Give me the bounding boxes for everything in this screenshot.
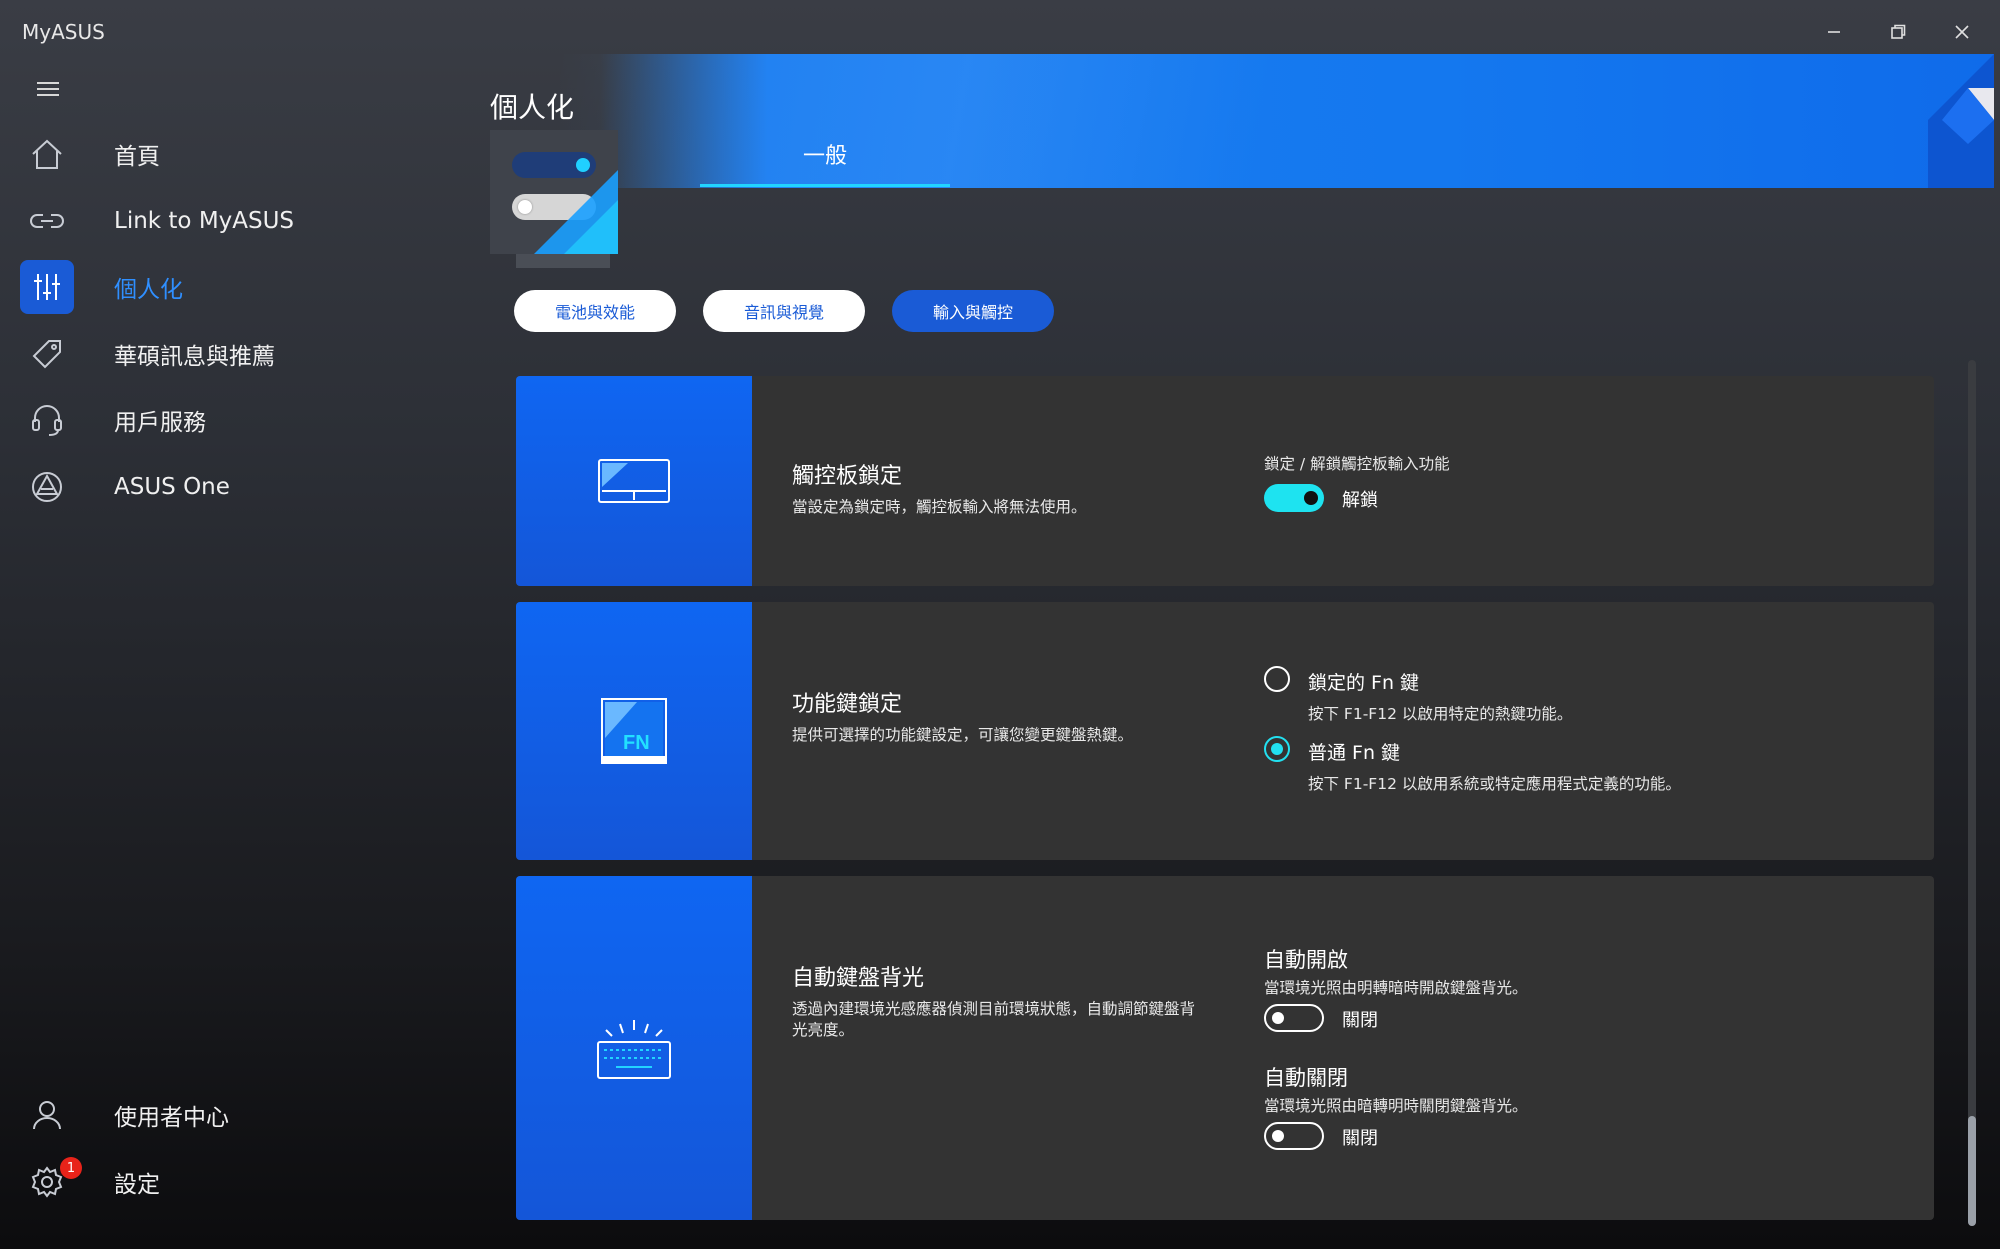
touchpad-lock-toggle[interactable] xyxy=(1264,484,1324,512)
auto-off-toggle[interactable] xyxy=(1264,1122,1324,1150)
notification-badge: 1 xyxy=(60,1157,82,1179)
close-icon xyxy=(1955,25,1969,39)
sidebar-item-label: 用戶服務 xyxy=(114,410,206,436)
hamburger-menu-button[interactable] xyxy=(28,74,68,104)
fn-key-lock-card: FN 功能鍵鎖定 提供可選擇的功能鍵設定，可讓您變更鍵盤熱鍵。 鎖定的 Fn 鍵… xyxy=(516,602,1934,860)
scrollbar-track[interactable] xyxy=(1968,360,1976,1226)
app-title: MyASUS xyxy=(22,20,105,44)
sidebar-item-home[interactable]: 首頁 xyxy=(20,127,440,181)
auto-on-desc: 當環境光照由明轉暗時開啟鍵盤背光。 xyxy=(1264,979,1528,997)
touchpad-lock-card: 觸控板鎖定 當設定為鎖定時，觸控板輸入將無法使用。 鎖定 / 解鎖觸控板輸入功能… xyxy=(516,376,1934,586)
close-button[interactable] xyxy=(1930,12,1994,52)
card-description-line-1: 透過內建環境光感應器偵測目前環境狀態，自動調節鍵盤背 xyxy=(792,1000,1196,1018)
user-icon xyxy=(20,1088,74,1142)
auto-off-title: 自動關閉 xyxy=(1264,1066,1348,1090)
radio-desc-locked-fn: 按下 F1-F12 以啟用特定的熱鍵功能。 xyxy=(1308,705,1573,723)
sidebar-item-user-center[interactable]: 使用者中心 xyxy=(20,1088,440,1142)
keyboard-backlight-card: 自動鍵盤背光 透過內建環境光感應器偵測目前環境狀態，自動調節鍵盤背 光亮度。 自… xyxy=(516,876,1934,1220)
sidebar-item-settings[interactable]: 1 設定 xyxy=(20,1155,440,1209)
asus-one-icon xyxy=(20,460,74,514)
svg-text:FN: FN xyxy=(623,732,650,754)
card-icon-panel: FN xyxy=(516,602,752,860)
sidebar-item-news[interactable]: 華碩訊息與推薦 xyxy=(20,327,440,381)
card-title: 功能鍵鎖定 xyxy=(792,692,903,717)
sidebar-item-label: ASUS One xyxy=(114,474,230,500)
touchpad-lock-option-label: 鎖定 / 解鎖觸控板輸入功能 xyxy=(1264,455,1450,473)
sidebar-item-personalization[interactable]: 個人化 xyxy=(20,260,440,314)
sidebar-item-link-to-myasus[interactable]: Link to MyASUS xyxy=(20,194,440,248)
headset-icon xyxy=(20,393,74,447)
toggle-state-label: 關閉 xyxy=(1342,1010,1378,1031)
title-bar: MyASUS xyxy=(0,0,2000,56)
hamburger-icon xyxy=(37,82,59,96)
corner-decoration xyxy=(1928,54,1994,188)
page-title: 個人化 xyxy=(490,91,575,124)
sidebar-item-label: 華碩訊息與推薦 xyxy=(114,344,275,370)
touchpad-icon xyxy=(598,459,670,503)
radio-desc-normal-fn: 按下 F1-F12 以啟用系統或特定應用程式定義的功能。 xyxy=(1308,775,1681,793)
tab-active-indicator xyxy=(700,184,950,187)
hero-triangle-decoration xyxy=(534,170,618,254)
minimize-icon xyxy=(1828,31,1840,33)
tab-general[interactable]: 一般 xyxy=(700,138,950,188)
keyboard-backlight-icon xyxy=(597,1020,671,1079)
card-title: 自動鍵盤背光 xyxy=(792,966,925,991)
card-icon-panel xyxy=(516,876,752,1220)
card-description: 提供可選擇的功能鍵設定，可讓您變更鍵盤熱鍵。 xyxy=(792,726,1134,744)
card-title: 觸控板鎖定 xyxy=(792,464,903,489)
toggle-state-label: 關閉 xyxy=(1342,1128,1378,1149)
restore-icon xyxy=(1891,24,1906,39)
category-input-touch[interactable]: 輸入與觸控 xyxy=(892,290,1054,332)
radio-locked-fn[interactable] xyxy=(1264,666,1290,692)
sidebar-item-label: 首頁 xyxy=(114,144,160,170)
sidebar-item-customer-service[interactable]: 用戶服務 xyxy=(20,393,440,447)
sidebar-item-label: 使用者中心 xyxy=(114,1105,229,1131)
card-description-line-2: 光亮度。 xyxy=(792,1021,855,1039)
sidebar-item-asus-one[interactable]: ASUS One xyxy=(20,460,440,514)
minimize-button[interactable] xyxy=(1802,12,1866,52)
category-audio-visual[interactable]: 音訊與視覺 xyxy=(703,290,865,332)
sidebar-item-label: 個人化 xyxy=(114,277,183,303)
auto-on-toggle[interactable] xyxy=(1264,1004,1324,1032)
sidebar-item-label: 設定 xyxy=(114,1172,160,1198)
card-icon-panel xyxy=(516,376,752,586)
radio-label-locked-fn: 鎖定的 Fn 鍵 xyxy=(1308,672,1420,694)
card-description: 當設定為鎖定時，觸控板輸入將無法使用。 xyxy=(792,498,1087,516)
fn-key-icon: FN xyxy=(601,698,667,764)
radio-normal-fn[interactable] xyxy=(1264,736,1290,762)
sidebar-item-label: Link to MyASUS xyxy=(114,208,295,234)
link-icon xyxy=(20,194,74,248)
scrollbar-thumb[interactable] xyxy=(1968,1116,1976,1226)
restore-button[interactable] xyxy=(1866,12,1930,52)
home-icon xyxy=(20,127,74,181)
radio-label-normal-fn: 普通 Fn 鍵 xyxy=(1308,742,1401,764)
tag-icon xyxy=(20,327,74,381)
toggle-state-label: 解鎖 xyxy=(1342,490,1378,511)
auto-on-title: 自動開啟 xyxy=(1264,948,1348,972)
sliders-icon xyxy=(20,260,74,314)
category-battery-performance[interactable]: 電池與效能 xyxy=(514,290,676,332)
auto-off-desc: 當環境光照由暗轉明時關閉鍵盤背光。 xyxy=(1264,1097,1528,1115)
